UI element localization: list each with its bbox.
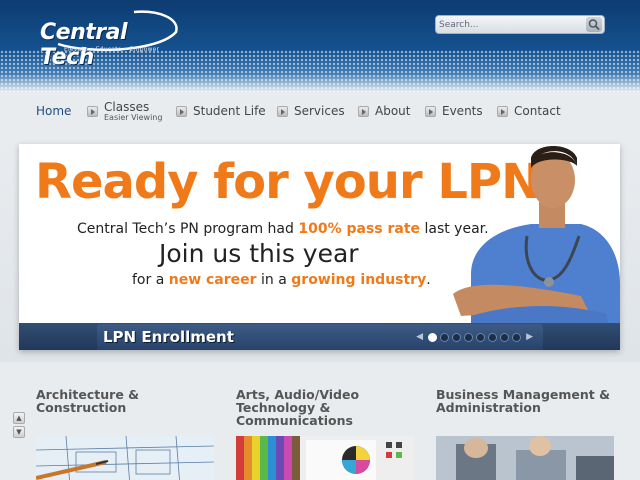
nav-services-label: Services (294, 104, 345, 118)
slide-dot[interactable] (464, 332, 474, 342)
nav-services[interactable]: Services (277, 104, 345, 118)
prev-slide-icon[interactable]: ◀ (416, 332, 423, 342)
line3-text-mid: in a (256, 272, 292, 288)
logo-text: Central Tech (40, 20, 127, 70)
nav-arrow-icon (277, 106, 288, 117)
search-icon (588, 19, 600, 31)
architecture-image[interactable] (36, 436, 214, 480)
nav-classes-sub: Easier Viewing (104, 113, 163, 122)
blueprint-image (36, 436, 214, 480)
line1-highlight: 100% pass rate (298, 221, 421, 237)
nav-arrow-icon (176, 106, 187, 117)
nav-arrow-icon (358, 106, 369, 117)
business-image[interactable] (436, 436, 614, 480)
slide-dot[interactable] (488, 332, 498, 342)
nav-arrow-icon (425, 106, 436, 117)
line3-highlight-career: new career (168, 272, 257, 288)
slide-caption-text: LPN Enrollment (103, 328, 234, 346)
business-people-image (436, 436, 614, 480)
program-title[interactable]: Arts, Audio/Video Technology & Communica… (236, 388, 416, 427)
nav-classes-label: Classes (104, 100, 150, 114)
nav-classes[interactable]: Classes Easier Viewing (87, 100, 162, 122)
slide-dot[interactable] (452, 332, 462, 342)
nav-home-label: Home (36, 104, 72, 118)
color-swatches-image (236, 436, 414, 480)
line1-text: Central Tech’s PN program had (77, 221, 299, 237)
nav-arrow-icon (497, 106, 508, 117)
slide-dot[interactable] (440, 332, 450, 342)
scroll-down-button[interactable]: ▼ (13, 426, 25, 438)
nav-arrow-icon (87, 106, 98, 117)
nav-about[interactable]: About (358, 104, 410, 118)
program-arts[interactable]: Arts, Audio/Video Technology & Communica… (236, 388, 416, 427)
hero-banner[interactable]: Ready for your LPN? Central Tech’s PN pr… (19, 144, 620, 350)
main-nav: Home Classes Easier Viewing Student Life… (0, 92, 640, 132)
slide-pager: ◀ ▶ (414, 332, 535, 342)
program-title[interactable]: Business Management & Administration (436, 388, 616, 414)
nav-contact[interactable]: Contact (497, 104, 561, 118)
slide-dot[interactable] (476, 332, 486, 342)
nav-student-life-label: Student Life (193, 104, 266, 118)
program-business[interactable]: Business Management & Administration (436, 388, 616, 414)
program-title[interactable]: Architecture & Construction (36, 388, 216, 414)
slide-caption: LPN Enrollment ◀ ▶ (97, 324, 543, 350)
line3-highlight-industry: growing industry (291, 272, 427, 288)
nav-classes-stack: Classes Easier Viewing (104, 100, 162, 122)
program-architecture[interactable]: Architecture & Construction (36, 388, 216, 414)
slide-dot[interactable] (512, 332, 522, 342)
arts-image[interactable] (236, 436, 414, 480)
next-slide-icon[interactable]: ▶ (526, 332, 533, 342)
slide-dot[interactable] (428, 332, 438, 342)
banner-line-join: Join us this year (159, 239, 359, 268)
search-input[interactable] (439, 17, 584, 32)
line3-text-end: . (426, 272, 431, 288)
banner-line-pass-rate: Central Tech’s PN program had 100% pass … (77, 221, 489, 237)
nav-student-life[interactable]: Student Life (176, 104, 266, 118)
nav-contact-label: Contact (514, 104, 561, 118)
slide-dot[interactable] (500, 332, 510, 342)
line3-text: for a (132, 272, 169, 288)
search-button[interactable] (586, 17, 602, 32)
central-tech-logo[interactable]: Central Tech Elevate • Educate • Empower (38, 8, 180, 70)
nurse-photo (453, 146, 620, 350)
search-box (435, 15, 605, 34)
nav-home[interactable]: Home (36, 104, 71, 118)
scroll-up-button[interactable]: ▲ (13, 412, 25, 424)
banner-line-career: for a new career in a growing industry. (132, 272, 431, 288)
nav-about-label: About (375, 104, 411, 118)
nav-events[interactable]: Events (425, 104, 483, 118)
site-header: Central Tech Elevate • Educate • Empower (0, 0, 640, 92)
logo-tagline: Elevate • Educate • Empower (64, 46, 160, 53)
nav-events-label: Events (442, 104, 483, 118)
